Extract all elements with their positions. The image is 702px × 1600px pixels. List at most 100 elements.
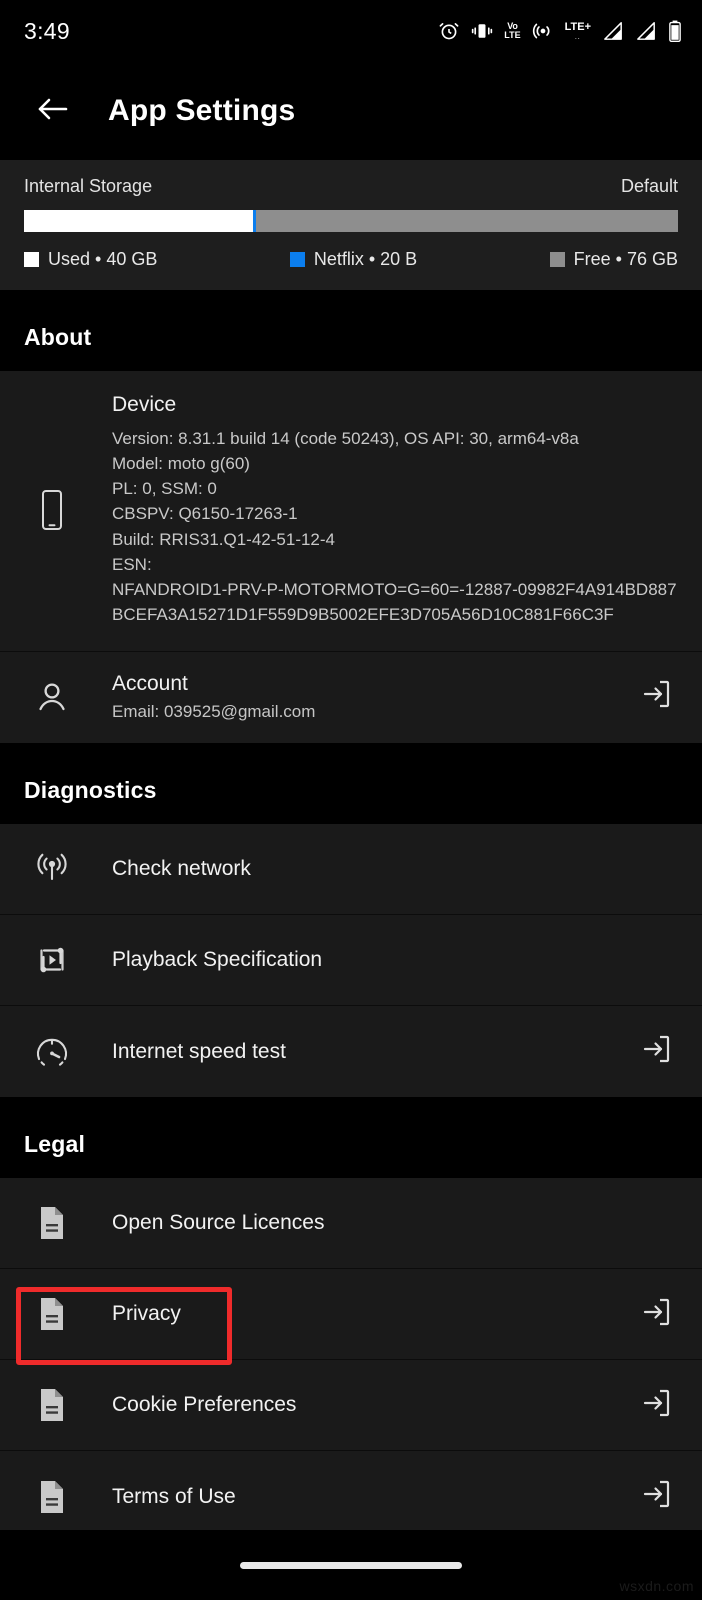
diagnostics-rows: Check network Playback Specification Int… — [0, 824, 702, 1098]
section-header-legal: Legal — [0, 1097, 702, 1179]
legend-item-free: Free • 76 GB — [549, 249, 678, 270]
document-icon — [24, 1478, 80, 1516]
privacy-body: Privacy — [80, 1302, 634, 1326]
storage-label: Internal Storage — [24, 176, 153, 196]
broadcast-icon — [24, 850, 80, 888]
open-external-icon — [640, 1478, 672, 1515]
hotspot-icon — [532, 20, 554, 42]
legend-item-netflix: Netflix • 20 B — [289, 249, 418, 270]
check-network-label: Check network — [112, 857, 251, 881]
row-playback-specification[interactable]: Playback Specification — [0, 915, 702, 1007]
row-open-source-licences[interactable]: Open Source Licences — [0, 1178, 702, 1270]
home-gesture-pill[interactable] — [240, 1561, 462, 1569]
volte-icon: Vo LTE — [504, 22, 520, 40]
legend-label-free: Free • 76 GB — [573, 249, 678, 269]
row-check-network[interactable]: Check network — [0, 824, 702, 916]
alarm-icon — [438, 20, 460, 42]
page-title: App Settings — [108, 94, 296, 127]
speedometer-icon — [24, 1033, 80, 1071]
device-line-esn-value: NFANDROID1-PRV-P-MOTORMOTO=G=60=-12887-0… — [112, 579, 677, 625]
cookie-preferences-open-button[interactable] — [634, 1387, 678, 1424]
legend-label-netflix: Netflix • 20 B — [313, 249, 418, 269]
storage-mode: Default — [620, 176, 678, 196]
section-title-about: About — [24, 324, 92, 350]
internet-speed-test-open-button[interactable] — [634, 1033, 678, 1070]
device-line-build: Build: RRIS31.Q1-42-51-12-4 — [112, 529, 336, 549]
row-terms-of-use[interactable]: Terms of Use — [0, 1451, 702, 1542]
storage-header: Internal Storage Default — [24, 176, 678, 197]
volte-bottom: LTE — [504, 30, 521, 40]
legend-swatch-netflix — [289, 252, 305, 267]
row-device[interactable]: Device Version: 8.31.1 build 14 (code 50… — [0, 371, 702, 653]
account-body: Account Email: 039525@gmail.com — [80, 672, 634, 722]
device-line-esn-label: ESN: — [112, 554, 152, 574]
legend-swatch-free — [549, 252, 565, 267]
arrow-left-icon — [35, 94, 71, 129]
row-account[interactable]: Account Email: 039525@gmail.com — [0, 652, 702, 743]
legal-rows: Open Source Licences Privacy Cookie Pref… — [0, 1178, 702, 1543]
device-title: Device — [112, 393, 177, 416]
section-title-legal: Legal — [24, 1131, 86, 1158]
signal-2-icon — [635, 21, 657, 41]
playback-specification-label: Playback Specification — [112, 948, 323, 972]
watermark: wsxdn.com — [619, 1578, 694, 1594]
signal-1-icon — [602, 21, 624, 41]
legend-item-used: Used • 40 GB — [24, 249, 157, 270]
device-line-model: Model: moto g(60) — [112, 454, 250, 474]
open-source-licences-body: Open Source Licences — [80, 1211, 634, 1235]
account-open-button[interactable] — [634, 678, 678, 715]
row-internet-speed-test[interactable]: Internet speed test — [0, 1006, 702, 1097]
playback-spec-icon — [24, 941, 80, 979]
device-line-cbspv: CBSPV: Q6150-17263-1 — [112, 504, 298, 524]
battery-icon — [668, 20, 682, 42]
account-email: Email: 039525@gmail.com — [112, 701, 316, 721]
device-line-pl: PL: 0, SSM: 0 — [112, 479, 217, 499]
status-icons: Vo LTE LTE+ .. — [438, 20, 682, 42]
about-rows: Device Version: 8.31.1 build 14 (code 50… — [0, 371, 702, 744]
vibrate-icon — [471, 20, 493, 42]
smartphone-icon — [24, 488, 80, 532]
document-icon — [24, 1204, 80, 1242]
open-external-icon — [640, 1387, 672, 1424]
storage-card: Internal Storage Default Used • 40 GB Ne… — [0, 160, 702, 290]
privacy-open-button[interactable] — [634, 1296, 678, 1333]
device-body: Device Version: 8.31.1 build 14 (code 50… — [80, 393, 678, 627]
row-privacy[interactable]: Privacy — [0, 1269, 702, 1361]
lte-dots: .. — [574, 33, 581, 41]
account-title: Account — [112, 671, 188, 695]
legend-swatch-used — [24, 252, 39, 267]
storage-legend: Used • 40 GB Netflix • 20 B Free • 76 GB — [24, 249, 678, 270]
open-source-licences-label: Open Source Licences — [112, 1211, 325, 1235]
privacy-label: Privacy — [112, 1302, 181, 1326]
legend-label-used: Used • 40 GB — [48, 249, 158, 269]
internet-speed-test-label: Internet speed test — [112, 1039, 286, 1063]
terms-of-use-label: Terms of Use — [112, 1484, 236, 1508]
internet-speed-test-body: Internet speed test — [80, 1040, 634, 1064]
status-bar: 3:49 Vo LTE LTE+ .. — [0, 0, 702, 62]
row-cookie-preferences[interactable]: Cookie Preferences — [0, 1360, 702, 1452]
person-icon — [24, 678, 80, 716]
lte-plus-icon: LTE+ .. — [564, 20, 591, 41]
status-time: 3:49 — [24, 17, 70, 44]
app-bar: App Settings — [0, 62, 702, 160]
document-icon — [24, 1386, 80, 1424]
device-lines: Version: 8.31.1 build 14 (code 50243), O… — [112, 426, 678, 627]
open-external-icon — [640, 1296, 672, 1333]
storage-segment-used — [24, 210, 253, 232]
section-header-diagnostics: Diagnostics — [0, 743, 702, 825]
nav-bar — [0, 1530, 702, 1600]
document-icon — [24, 1295, 80, 1333]
storage-bar — [24, 210, 678, 232]
section-title-diagnostics: Diagnostics — [24, 777, 157, 804]
terms-of-use-body: Terms of Use — [80, 1485, 634, 1509]
lte-label: LTE+ — [564, 20, 591, 33]
terms-of-use-open-button[interactable] — [634, 1478, 678, 1515]
back-button[interactable] — [30, 88, 76, 134]
open-external-icon — [640, 1033, 672, 1070]
phone-screen: 3:49 Vo LTE LTE+ .. App Settings Interna… — [0, 0, 702, 1600]
cookie-preferences-body: Cookie Preferences — [80, 1393, 634, 1417]
check-network-body: Check network — [80, 857, 634, 881]
playback-specification-body: Playback Specification — [80, 948, 634, 972]
storage-segment-netflix — [252, 210, 256, 232]
open-external-icon — [640, 678, 672, 715]
